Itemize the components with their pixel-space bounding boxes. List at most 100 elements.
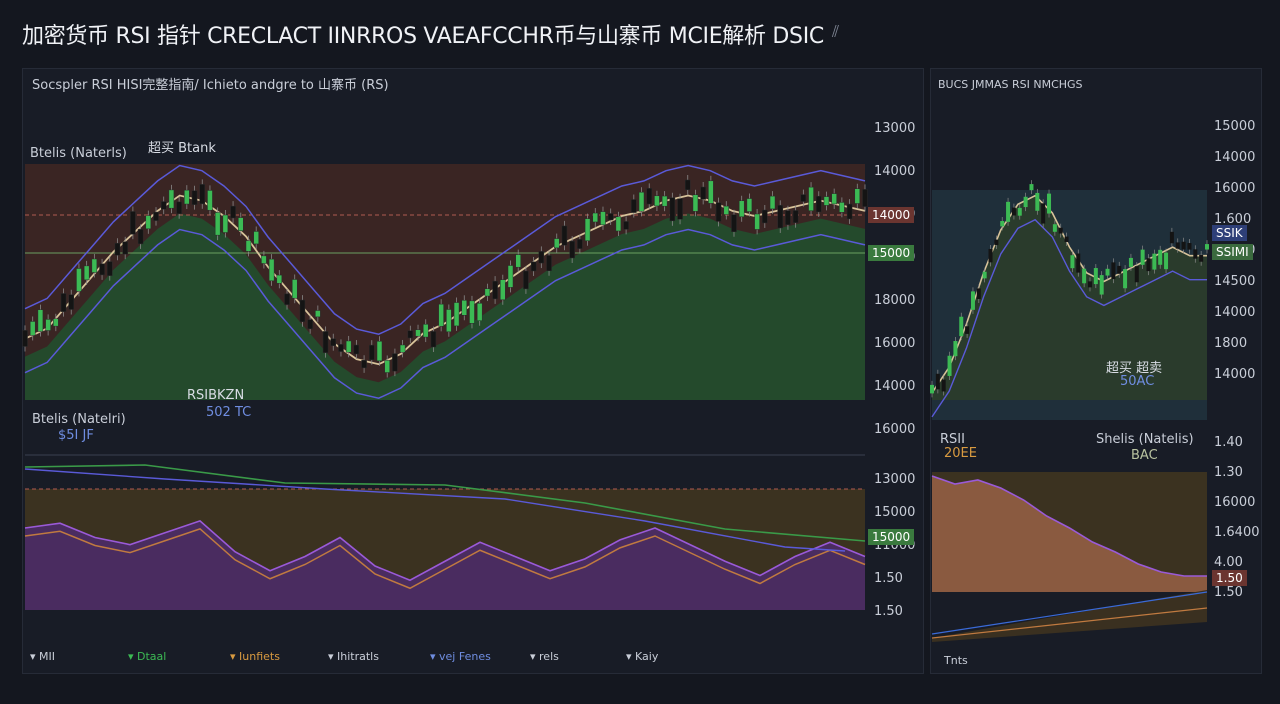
left-price-tag-green: 15000 (868, 245, 915, 261)
left-rsi-tick-label: 15000 (874, 505, 916, 520)
candle (754, 213, 760, 230)
candle (816, 195, 822, 213)
left-price-tick-label: 16000 (874, 336, 916, 351)
left-rsi-tick-label: 1.50 (874, 604, 903, 619)
candle (384, 360, 390, 373)
candle (276, 274, 283, 284)
candle (507, 265, 514, 288)
candle (1187, 243, 1192, 250)
candle (994, 239, 999, 246)
candle (646, 188, 652, 205)
candle (338, 344, 344, 352)
candle (947, 355, 952, 376)
candle (600, 211, 606, 226)
legend-item: ▾ Dtaal (128, 650, 167, 663)
candle (1111, 262, 1116, 280)
candle (569, 240, 575, 259)
candle (268, 258, 275, 282)
candle (777, 205, 783, 229)
candle (685, 179, 691, 191)
candle (469, 300, 475, 324)
left-price-tag-red: 14000 (868, 207, 915, 223)
candle (738, 200, 745, 218)
candle (592, 212, 599, 223)
candle (153, 211, 159, 221)
candle (1193, 249, 1198, 259)
candle (708, 180, 714, 204)
candle (623, 221, 629, 230)
candle (422, 324, 429, 338)
candle (823, 196, 830, 206)
candle (176, 201, 182, 214)
right-price-tick-label: 14500 (1214, 274, 1256, 289)
candle (959, 316, 964, 337)
right-price-tick-label: 16000 (1214, 181, 1256, 196)
candle (307, 319, 313, 330)
candle (654, 195, 660, 207)
candle (523, 270, 529, 290)
left-price-tick-label: 14000 (874, 164, 916, 179)
candle (76, 268, 82, 292)
candle (577, 239, 583, 249)
candle (1199, 254, 1204, 262)
right-tag-blue: SSIK (1212, 225, 1247, 241)
candle (1099, 275, 1104, 295)
candle (715, 202, 722, 222)
right-rsi-tick-label: 1.30 (1214, 465, 1243, 480)
candle (538, 251, 545, 264)
candle (700, 186, 706, 200)
candle (1152, 253, 1157, 270)
candle (91, 258, 98, 273)
candle (168, 189, 175, 209)
candle (970, 291, 975, 310)
candle (839, 202, 845, 213)
candle (407, 330, 414, 339)
candle (615, 216, 622, 232)
candle (1000, 221, 1005, 227)
candle (68, 294, 74, 310)
legend-item: ▾ Ihitratls (328, 650, 379, 663)
candle (515, 254, 521, 268)
right-tag-green: SSIMI (1212, 244, 1253, 260)
legend-item: ▾ vej Fenes (430, 650, 491, 663)
candle (769, 195, 776, 210)
candle (160, 201, 167, 210)
candle (53, 318, 59, 327)
candle (935, 373, 940, 390)
candle (1093, 268, 1098, 285)
candle (392, 353, 398, 372)
candle (330, 338, 337, 346)
candle (677, 198, 683, 220)
candle (22, 330, 28, 347)
left-price-tick-label: 14000 (874, 379, 916, 394)
right-rsi-label2: Shelis (Natelis) (1096, 432, 1194, 447)
candle (792, 210, 799, 223)
candle (846, 203, 853, 220)
left-rsi-tag-green: 15000 (868, 529, 915, 545)
legend-item: ▾ Iunfiets (230, 650, 280, 663)
candle (114, 243, 121, 256)
candle (1035, 192, 1040, 211)
page-title: 加密货币 RSI 指针 CRECLACT IINRROS VAEAFCCHR币与… (22, 24, 824, 49)
candle (669, 197, 676, 222)
candle (1117, 265, 1122, 274)
candle (446, 309, 452, 333)
candle (245, 240, 252, 252)
candle (137, 229, 144, 245)
candle (965, 326, 970, 334)
candle (83, 265, 90, 281)
legend-item: ▾ MII (30, 650, 55, 663)
candle (1058, 227, 1063, 234)
left-rsi-tick-label: 13000 (874, 472, 916, 487)
legend-item: ▾ Kaiy (626, 650, 659, 663)
candle (1041, 203, 1046, 224)
candle (199, 184, 205, 205)
candle (1006, 201, 1011, 222)
candle (438, 303, 444, 327)
candle (1169, 231, 1174, 244)
candle (607, 213, 614, 221)
left-price-tick-label: 13000 (874, 121, 916, 136)
candle (222, 214, 229, 233)
left-rsi-chart (24, 454, 866, 610)
right-price-tick-label: 1800 (1214, 336, 1248, 351)
